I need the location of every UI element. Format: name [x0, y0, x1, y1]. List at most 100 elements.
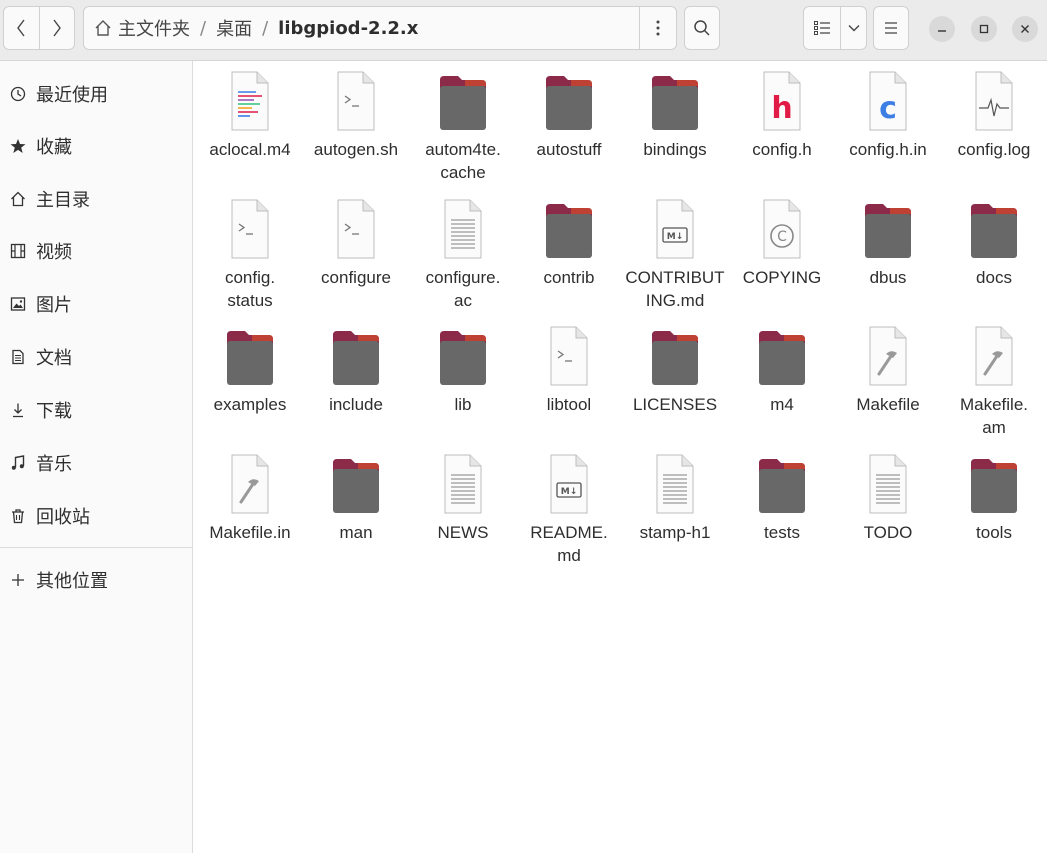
breadcrumb-desktop[interactable]: 桌面: [216, 15, 252, 41]
sidebar-item-pictures[interactable]: 图片: [0, 284, 192, 324]
file-item-man[interactable]: man: [303, 451, 409, 576]
sidebar-item-starred[interactable]: 收藏: [0, 126, 192, 166]
file-item-autostuff[interactable]: autostuff: [516, 68, 622, 193]
forward-button[interactable]: [38, 7, 75, 49]
file-item-docs[interactable]: docs: [941, 196, 1047, 321]
sidebar-divider: [0, 547, 192, 548]
main-menu-button[interactable]: [873, 6, 909, 50]
file-name-label: LICENSES: [622, 393, 728, 416]
folder-icon: [971, 459, 1017, 513]
sidebar-item-music[interactable]: 音乐: [0, 443, 192, 483]
file-item-readme-md[interactable]: M↓ README. md: [516, 451, 622, 576]
file-item-makefile[interactable]: Makefile: [835, 323, 941, 448]
sidebar-item-home[interactable]: 主目录: [0, 179, 192, 219]
minimize-icon: [938, 30, 946, 32]
file-item-makefile-in[interactable]: Makefile.in: [197, 451, 303, 576]
file-name-line: TODO: [863, 523, 913, 542]
file-item-licenses[interactable]: LICENSES: [622, 323, 728, 448]
file-item-config-h-in[interactable]: c config.h.in: [835, 68, 941, 193]
markdown-file-icon: M↓: [656, 199, 694, 259]
file-name-label: tools: [941, 521, 1047, 544]
file-item-dbus[interactable]: dbus: [835, 196, 941, 321]
file-item-todo[interactable]: TODO: [835, 451, 941, 576]
sidebar-item-label: 其他位置: [36, 571, 108, 592]
sidebar-item-other-locations[interactable]: 其他位置: [0, 560, 192, 600]
file-item-aclocal-m4[interactable]: aclocal.m4: [197, 68, 303, 193]
script-file-icon: [337, 199, 375, 259]
file-item-examples[interactable]: examples: [197, 323, 303, 448]
file-item-lib[interactable]: lib: [410, 323, 516, 448]
sidebar-item-downloads[interactable]: 下载: [0, 390, 192, 430]
file-item-autogen-sh[interactable]: autogen.sh: [303, 68, 409, 193]
file-item-tests[interactable]: tests: [729, 451, 835, 576]
hamburger-menu-icon: [885, 22, 897, 34]
search-button[interactable]: [684, 6, 720, 50]
chevron-left-icon: [17, 19, 25, 37]
list-view-button[interactable]: [804, 7, 840, 49]
script-file-icon: [550, 326, 588, 386]
view-dropdown-button[interactable]: [840, 7, 866, 49]
script-file-icon: [337, 71, 375, 131]
file-name-line: configure.: [425, 268, 501, 287]
file-item-autom4te-cache[interactable]: autom4te. cache: [410, 68, 516, 193]
breadcrumb: 主文件夹 / 桌面 / libgpiod-2.2.x: [84, 15, 639, 41]
file-name-line: Makefile.in: [209, 523, 291, 542]
breadcrumb-current-folder[interactable]: libgpiod-2.2.x: [278, 18, 418, 39]
maximize-button[interactable]: [971, 16, 997, 42]
file-item-contributing-md[interactable]: M↓ CONTRIBUT ING.md: [622, 196, 728, 321]
file-name-label: man: [303, 521, 409, 544]
sidebar-item-documents[interactable]: 文档: [0, 337, 192, 377]
file-item-config-log[interactable]: config.log: [941, 68, 1047, 193]
minimize-button[interactable]: [929, 16, 955, 42]
file-name-line: config.h.in: [849, 140, 927, 159]
file-item-config-status[interactable]: config. status: [197, 196, 303, 321]
file-item-libtool[interactable]: libtool: [516, 323, 622, 448]
film-icon: [9, 243, 27, 259]
file-name-label: autogen.sh: [303, 138, 409, 161]
file-item-makefile-am[interactable]: Makefile. am: [941, 323, 1047, 448]
file-item-config-h[interactable]: h config.h: [729, 68, 835, 193]
text-file-icon: [869, 454, 907, 514]
file-item-configure-ac[interactable]: configure. ac: [410, 196, 516, 321]
h-source-file-icon: h: [763, 71, 801, 131]
file-name-line: NEWS: [437, 523, 489, 542]
file-name-line: autostuff: [536, 140, 602, 159]
file-name-line: configure: [321, 268, 391, 287]
file-name-label: Makefile.in: [197, 521, 303, 544]
folder-icon: [759, 459, 805, 513]
file-item-news[interactable]: NEWS: [410, 451, 516, 576]
close-button[interactable]: [1012, 16, 1038, 42]
file-item-bindings[interactable]: bindings: [622, 68, 728, 193]
sidebar-item-recent[interactable]: 最近使用: [0, 74, 192, 114]
back-button[interactable]: [4, 7, 39, 49]
file-item-tools[interactable]: tools: [941, 451, 1047, 576]
sidebar-item-videos[interactable]: 视频: [0, 231, 192, 271]
file-item-copying[interactable]: C COPYING: [729, 196, 835, 321]
copyright-file-icon: C: [763, 199, 801, 259]
path-menu-button[interactable]: [639, 7, 676, 49]
breadcrumb-home[interactable]: 主文件夹: [118, 15, 190, 41]
folder-icon: [652, 331, 698, 385]
folder-icon: [227, 331, 273, 385]
chevron-right-icon: [53, 19, 61, 37]
file-name-line: examples: [213, 395, 287, 414]
file-name-label: Makefile. am: [941, 393, 1047, 439]
file-name-label: autom4te. cache: [410, 138, 516, 184]
file-item-contrib[interactable]: contrib: [516, 196, 622, 321]
file-item-include[interactable]: include: [303, 323, 409, 448]
folder-icon: [652, 76, 698, 130]
picture-icon: [9, 296, 27, 312]
plus-icon: [9, 572, 27, 588]
search-icon: [694, 20, 710, 36]
kebab-menu-icon: [656, 20, 660, 36]
file-name-line: CONTRIBUT: [625, 268, 725, 287]
file-item-configure[interactable]: configure: [303, 196, 409, 321]
sidebar-item-trash[interactable]: 回收站: [0, 496, 192, 536]
music-icon: [9, 455, 27, 471]
file-item-m4[interactable]: m4: [729, 323, 835, 448]
file-name-line: bindings: [643, 140, 707, 159]
file-item-stamp-h1[interactable]: stamp-h1: [622, 451, 728, 576]
makefile-file-icon: [231, 454, 269, 514]
file-name-label: include: [303, 393, 409, 416]
file-name-line: autogen.sh: [313, 140, 399, 159]
